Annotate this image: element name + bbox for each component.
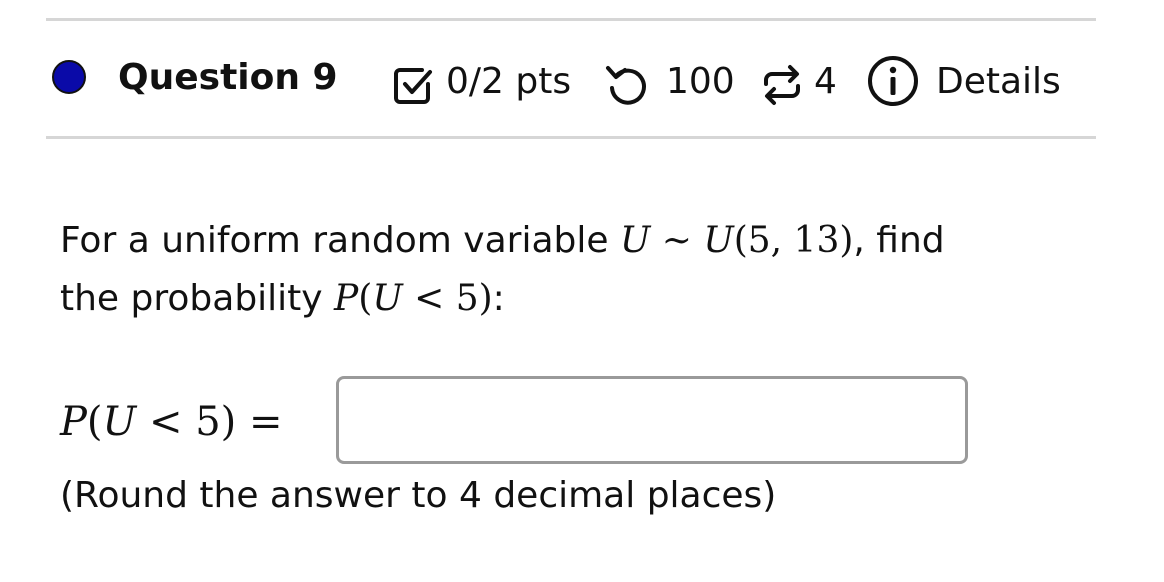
checkbox-icon	[392, 64, 434, 106]
repeat-icon	[758, 62, 806, 108]
math-P: P	[60, 399, 87, 445]
answer-label: P(U < 5) =	[60, 394, 282, 450]
points-text: 0/2 pts	[446, 61, 572, 102]
rounding-note: (Round the answer to 4 decimal places)	[60, 475, 777, 516]
question-text-part: , find	[853, 220, 945, 261]
question-math-probability: P(U < 5)	[334, 278, 493, 319]
status-dot	[52, 60, 86, 94]
question-text-part: :	[492, 278, 505, 319]
math-open: (	[86, 399, 103, 445]
math-var: U	[619, 220, 651, 261]
attempts-count: 100	[666, 61, 735, 102]
retries-count: 4	[814, 61, 837, 102]
info-icon[interactable]	[866, 54, 920, 108]
question-header: Question 9 0/2 pts 100 4 Details	[0, 48, 1164, 120]
question-title: Question 9	[118, 57, 338, 98]
question-math-distribution: U ∼ U(5, 13)	[620, 220, 853, 261]
math-rest: < 5)	[402, 278, 493, 319]
details-link[interactable]: Details	[936, 58, 1061, 106]
math-P: P	[334, 278, 359, 319]
answer-input[interactable]	[336, 376, 968, 464]
question-text-part: the probability	[60, 278, 335, 319]
math-tilde: ∼	[650, 220, 704, 261]
math-U: U	[372, 278, 403, 319]
question-text: For a uniform random variable U ∼ U(5, 1…	[60, 212, 1100, 328]
math-params: (5, 13)	[733, 220, 854, 261]
math-dist: U	[703, 220, 734, 261]
bottom-divider	[46, 136, 1096, 139]
math-rest: < 5) =	[136, 399, 283, 445]
top-divider	[46, 18, 1096, 21]
math-U: U	[102, 399, 137, 445]
math-open: (	[358, 278, 373, 319]
question-text-part: For a uniform random variable	[60, 220, 620, 261]
undo-icon	[604, 62, 650, 108]
